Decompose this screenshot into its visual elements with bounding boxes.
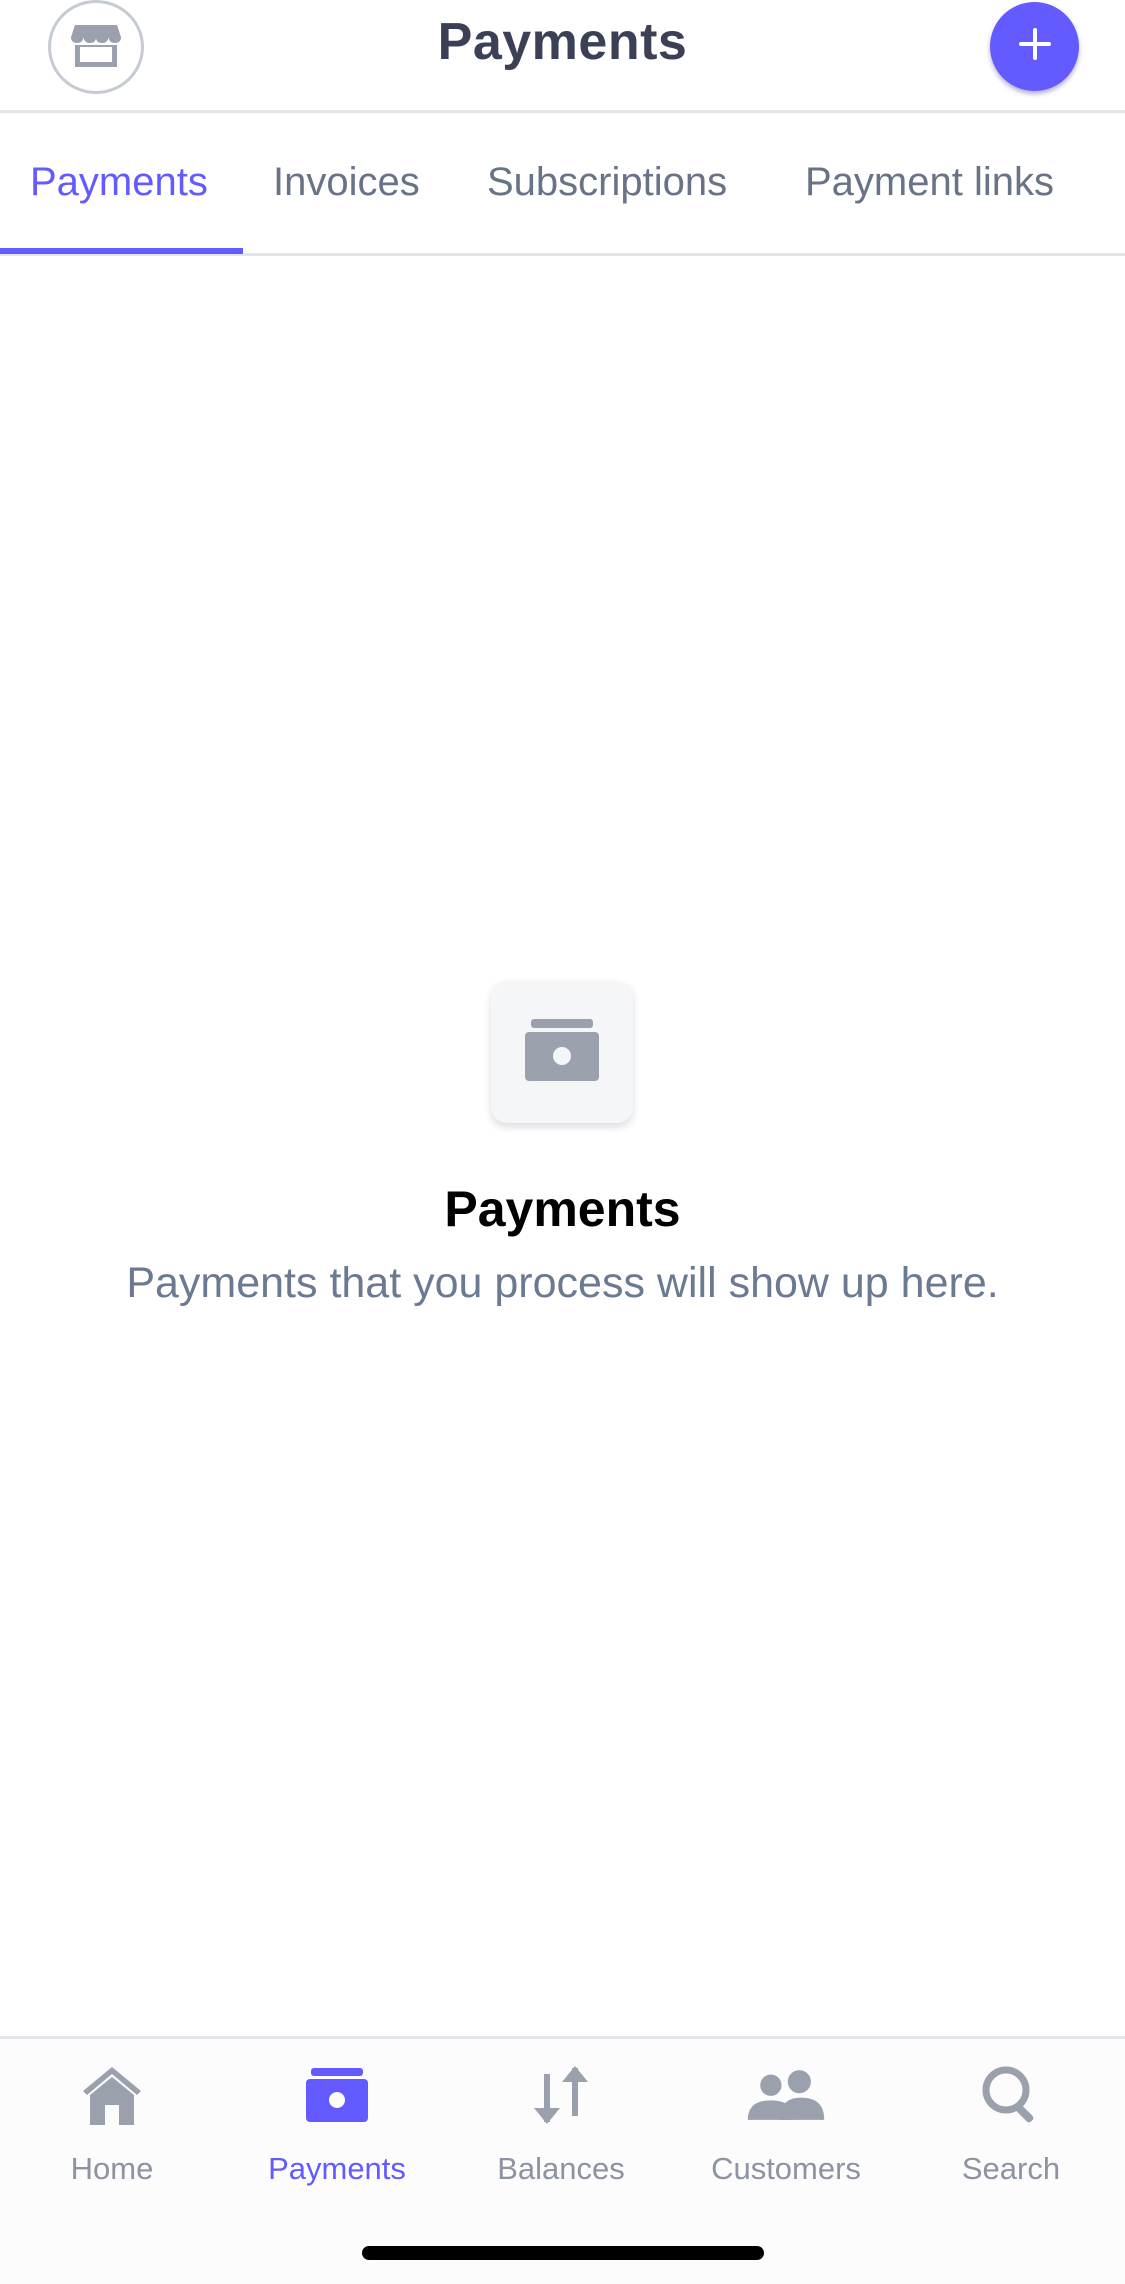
tab-invoices[interactable]: Invoices: [273, 160, 420, 205]
payments-icon: [525, 1018, 599, 1086]
plus-icon: [1015, 24, 1055, 69]
empty-state-title: Payments: [444, 1181, 681, 1237]
payments-icon: [297, 2059, 377, 2131]
tab-subscriptions[interactable]: Subscriptions: [487, 160, 727, 205]
nav-customers-label: Customers: [711, 2151, 861, 2186]
home-icon: [72, 2059, 152, 2131]
nav-balances-label: Balances: [497, 2151, 625, 2186]
tab-bar: Payments Invoices Subscriptions Payment …: [0, 116, 1125, 256]
customers-icon: [746, 2059, 826, 2131]
nav-customers[interactable]: Customers: [686, 2059, 886, 2199]
nav-payments[interactable]: Payments: [237, 2059, 437, 2199]
page-title: Payments: [437, 13, 688, 71]
nav-search-label: Search: [961, 2151, 1061, 2186]
tab-payments[interactable]: Payments: [30, 160, 208, 205]
search-icon: [971, 2059, 1051, 2131]
nav-balances[interactable]: Balances: [461, 2059, 661, 2199]
add-button[interactable]: [990, 2, 1079, 91]
top-header: Payments: [0, 0, 1125, 113]
balances-icon: [521, 2059, 601, 2131]
active-tab-indicator: [0, 248, 243, 254]
empty-state-icon-box: [491, 981, 633, 1123]
empty-state-description: Payments that you process will show up h…: [126, 1259, 999, 1307]
nav-payments-label: Payments: [268, 2151, 406, 2186]
tab-payment-links[interactable]: Payment links: [805, 160, 1054, 205]
nav-search[interactable]: Search: [911, 2059, 1111, 2199]
nav-home-label: Home: [70, 2151, 154, 2186]
nav-home[interactable]: Home: [12, 2059, 212, 2199]
home-indicator: [362, 2246, 764, 2260]
